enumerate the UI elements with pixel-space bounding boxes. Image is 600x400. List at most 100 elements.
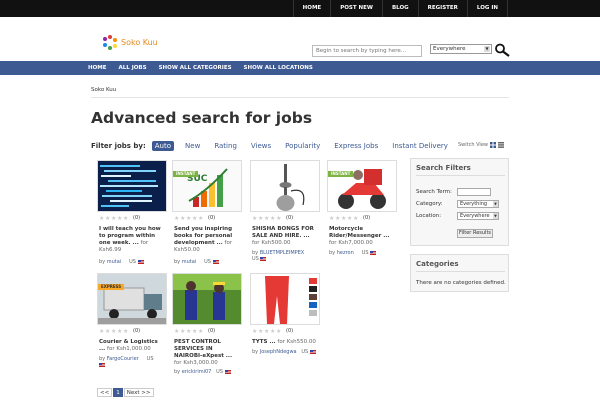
- filter-bar: Filter jobs by: Auto New Rating Views Po…: [91, 141, 459, 151]
- job-thumbnail[interactable]: [97, 160, 167, 212]
- job-card[interactable]: ★ ★ ★ ★ ★ (0) PEST CONTROL SERVICES IN NAIROB…: [172, 273, 242, 385]
- chevron-down-icon: ▼: [493, 201, 498, 207]
- us-flag-icon: [224, 369, 231, 374]
- list-view-icon[interactable]: [498, 142, 504, 148]
- category-select[interactable]: Everything ▼: [457, 200, 499, 208]
- grid-view-icon[interactable]: [490, 142, 496, 148]
- us-flag-icon: [212, 259, 219, 264]
- job-title[interactable]: SHISHA BONGS FOR SALE AND HIRE. ... for …: [252, 226, 318, 247]
- divider: [416, 175, 505, 176]
- top-nav-login[interactable]: LOG IN: [466, 0, 508, 17]
- job-thumbnail[interactable]: [250, 160, 320, 212]
- us-flag-icon: [370, 250, 377, 255]
- top-nav-post-new[interactable]: POST NEW: [330, 0, 382, 17]
- job-card[interactable]: ★ ★ ★ ★ ★ (0) I will teach you how to program…: [97, 160, 167, 272]
- job-meta: by mutai US: [99, 259, 144, 265]
- job-rating: ★ ★ ★ ★ ★ (0): [252, 214, 294, 222]
- filter-express-jobs[interactable]: Express Jobs: [331, 141, 381, 151]
- job-title[interactable]: PEST CONTROL SERVICES IN NAIROBI-eXpest …: [174, 339, 240, 367]
- job-rating: ★ ★ ★ ★ ★ (0): [329, 214, 371, 222]
- job-user-link[interactable]: hezron: [337, 250, 354, 256]
- switch-view-label: Switch View: [458, 142, 488, 148]
- nav-all-jobs[interactable]: ALL JOBS: [113, 61, 153, 75]
- job-user-link[interactable]: FargoCourier: [107, 356, 139, 362]
- search-term-field[interactable]: [457, 188, 491, 196]
- job-thumbnail[interactable]: INSTANT: [327, 160, 397, 212]
- job-title[interactable]: Courier & Logistics ... for Ksh1,000.00: [99, 339, 165, 353]
- job-title[interactable]: Motorcycle Rider/Messenger ... for Ksh7,…: [329, 226, 395, 247]
- pagination-next[interactable]: Next >>: [123, 388, 154, 397]
- job-ribbon: INSTANT: [328, 171, 354, 177]
- search-scope-value: Everywhere: [433, 46, 466, 52]
- us-flag-icon: [260, 256, 267, 261]
- job-title[interactable]: Send you inspiring books for personal de…: [174, 226, 240, 254]
- us-flag-icon: [309, 349, 316, 354]
- search-scope-select[interactable]: Everywhere ▼: [430, 44, 492, 54]
- category-label: Category:: [416, 201, 443, 207]
- job-title[interactable]: TYTS ... for Ksh550.00: [252, 339, 318, 346]
- job-meta: by mutai US: [174, 259, 219, 265]
- job-ribbon: INSTANT: [173, 171, 199, 177]
- top-bar: HOME POST NEW BLOG REGISTER LOG IN: [0, 0, 600, 17]
- search-input[interactable]: [312, 45, 422, 57]
- search-filters-title: Search Filters: [416, 164, 471, 172]
- job-title[interactable]: I will teach you how to program within o…: [99, 226, 165, 254]
- us-flag-icon: [137, 259, 144, 264]
- location-select[interactable]: Everywhere ▼: [457, 212, 499, 220]
- logo-text: Soko Kuu: [121, 37, 158, 47]
- job-rating: ★ ★ ★ ★ ★ (0): [252, 327, 294, 335]
- filter-auto[interactable]: Auto: [151, 141, 175, 151]
- main-nav: HOME ALL JOBS SHOW ALL CATEGORIES SHOW A…: [0, 61, 600, 75]
- top-nav-blog[interactable]: BLOG: [381, 0, 418, 17]
- filter-instant-delivery[interactable]: Instant Delivery: [389, 141, 451, 151]
- job-card[interactable]: SUC INSTANT ★ ★ ★ ★ ★ (0) Send you inspiring …: [172, 160, 242, 272]
- pagination-first[interactable]: <<: [97, 388, 113, 397]
- breadcrumb[interactable]: Soko Kuu: [91, 87, 116, 93]
- job-user-link[interactable]: mutai: [182, 259, 196, 265]
- search-term-label: Search Term:: [416, 189, 452, 195]
- filter-label: Filter jobs by:: [91, 142, 146, 150]
- job-user-link[interactable]: mutai: [107, 259, 121, 265]
- site-logo[interactable]: Soko Kuu: [103, 35, 158, 50]
- search-filters-panel: Search Filters Search Term: Category: Ev…: [410, 158, 509, 246]
- job-user-link[interactable]: erickirimi07: [182, 369, 212, 375]
- search-icon[interactable]: [494, 43, 510, 57]
- filter-popularity[interactable]: Popularity: [282, 141, 323, 151]
- job-card[interactable]: ★ ★ ★ ★ ★ (0) SHISHA BONGS FOR SALE AND HIRE.…: [250, 160, 320, 272]
- top-nav-register[interactable]: REGISTER: [417, 0, 467, 17]
- job-user-link[interactable]: JosephNdegwa: [260, 349, 297, 355]
- pagination-page-1[interactable]: 1: [113, 388, 123, 397]
- categories-title: Categories: [416, 260, 459, 268]
- job-meta: by erickirimi07 US: [174, 369, 231, 375]
- job-card[interactable]: INSTANT ★ ★ ★ ★ ★ (0) Motorcycle Rider/Messen…: [327, 160, 397, 272]
- nav-all-categories[interactable]: SHOW ALL CATEGORIES: [153, 61, 238, 75]
- filter-views[interactable]: Views: [248, 141, 274, 151]
- job-card[interactable]: EXPRESS ★ ★ ★ ★ ★ (0) Courier & Logistics ...…: [97, 273, 167, 385]
- chevron-down-icon: ▼: [484, 46, 490, 52]
- categories-panel: Categories There are no categories defin…: [410, 254, 509, 292]
- job-thumbnail[interactable]: SUC INSTANT: [172, 160, 242, 212]
- job-thumbnail[interactable]: EXPRESS: [97, 273, 167, 325]
- divider: [416, 271, 505, 272]
- categories-empty-text: There are no categories defined.: [416, 280, 506, 286]
- top-nav-home[interactable]: HOME: [292, 0, 331, 17]
- job-thumbnail[interactable]: [250, 273, 320, 325]
- job-rating: ★ ★ ★ ★ ★ (0): [174, 327, 216, 335]
- job-card[interactable]: ★ ★ ★ ★ ★ (0) TYTS ... for Ksh550.00 by Josep…: [250, 273, 320, 385]
- chevron-down-icon: ▼: [493, 213, 498, 219]
- filter-rating[interactable]: Rating: [211, 141, 240, 151]
- job-rating: ★ ★ ★ ★ ★ (0): [174, 214, 216, 222]
- job-meta: by JosephNdegwa US: [252, 349, 316, 355]
- job-user-link[interactable]: BLUETMPLEIMPEX: [260, 250, 305, 256]
- top-nav: HOME POST NEW BLOG REGISTER LOG IN: [292, 0, 508, 17]
- job-meta: by hezron US: [329, 250, 377, 256]
- nav-all-locations[interactable]: SHOW ALL LOCATIONS: [238, 61, 319, 75]
- page-title: Advanced search for jobs: [91, 109, 313, 127]
- job-rating: ★ ★ ★ ★ ★ (0): [99, 214, 141, 222]
- pagination: << 1 Next >>: [97, 388, 155, 397]
- divider: [91, 97, 509, 98]
- job-thumbnail[interactable]: [172, 273, 242, 325]
- nav-home[interactable]: HOME: [82, 61, 113, 75]
- filter-results-button[interactable]: Filter Results: [457, 229, 493, 238]
- filter-new[interactable]: New: [182, 141, 203, 151]
